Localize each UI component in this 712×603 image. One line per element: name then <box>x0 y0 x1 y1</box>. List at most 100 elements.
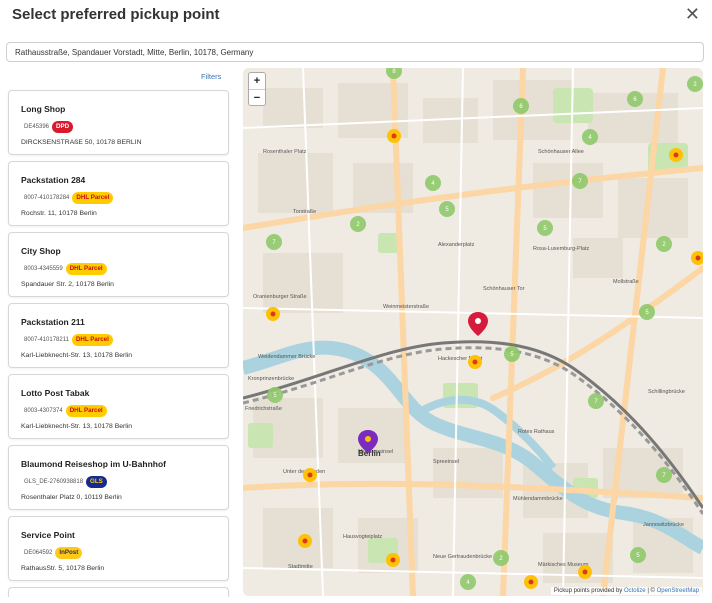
cluster-marker[interactable]: 2 <box>687 76 703 92</box>
pickup-point-name: Packstation 284 <box>21 175 86 185</box>
pickup-point-meta: 8003-4345559 DHL Parcel <box>24 263 107 275</box>
dialog-header: Select preferred pickup point ✕ <box>0 0 712 30</box>
pickup-point-code: 8007-410178211 <box>24 337 69 343</box>
pickup-point-code: DE064592 <box>24 550 53 556</box>
pickup-point-meta: DE064592 InPost <box>24 547 83 559</box>
cluster-marker[interactable]: 5 <box>639 304 655 320</box>
dialog-title: Select preferred pickup point <box>12 6 220 23</box>
pickup-marker[interactable] <box>524 575 538 589</box>
cluster-marker[interactable]: 7 <box>572 173 588 189</box>
pickup-point-card[interactable]: Blaumond Reiseshop im U-Bahnhof GLS_DE-2… <box>8 445 229 510</box>
pickup-point-name: City Shop <box>21 246 61 256</box>
pickup-point-address: Spandauer Str. 2, 10178 Berlin <box>21 281 114 288</box>
pickup-point-meta: GLS_DE-2760938818 GLS <box>24 476 107 488</box>
carrier-badge: DHL Parcel <box>72 192 114 204</box>
pickup-point-code: 8003-4307374 <box>24 408 63 414</box>
pickup-point-meta: 8007-410178211 DHL Parcel <box>24 334 113 346</box>
pickup-point-list[interactable]: Long Shop DE45396 DPD DIRCKSENSTRAßE 50,… <box>6 87 232 597</box>
pickup-marker[interactable] <box>303 468 317 482</box>
map-label: Mühlendammbrücke <box>513 496 563 502</box>
cluster-marker[interactable]: 6 <box>627 91 643 107</box>
map-label: Schönhauser Tor <box>483 286 525 292</box>
carrier-badge: DHL Parcel <box>65 263 107 275</box>
cluster-marker[interactable]: 5 <box>537 220 553 236</box>
pickup-point-name: Service Point <box>21 530 75 540</box>
cluster-marker[interactable]: 4 <box>425 175 441 191</box>
pickup-marker[interactable] <box>669 148 683 162</box>
map-label: Rosa-Luxemburg-Platz <box>533 246 589 252</box>
map-label: Hausvogteiplatz <box>343 534 382 540</box>
octolize-link[interactable]: Octolize <box>624 588 646 594</box>
pickup-point-address: Rochstr. 11, 10178 Berlin <box>21 210 97 217</box>
map-label: Stadtmitte <box>288 564 313 570</box>
map-label: Oranienburger Straße <box>253 294 307 300</box>
cluster-marker[interactable]: 5 <box>439 201 455 217</box>
pickup-point-card[interactable]: Service Point DE064592 InPost RathausStr… <box>8 516 229 581</box>
address-search-input[interactable] <box>6 42 704 62</box>
cluster-marker[interactable]: 5 <box>267 387 283 403</box>
pickup-point-code: GLS_DE-2760938818 <box>24 479 84 485</box>
pickup-marker[interactable] <box>468 355 482 369</box>
pickup-point-name: Lotto Post Tabak <box>21 388 90 398</box>
pickup-marker[interactable] <box>266 307 280 321</box>
pickup-marker[interactable] <box>578 565 592 579</box>
cluster-marker[interactable]: 7 <box>588 393 604 409</box>
map-label: Schönhauser Allee <box>538 149 584 155</box>
map-label: Alexanderplatz <box>438 242 475 248</box>
cluster-marker[interactable]: 5 <box>504 346 520 362</box>
cluster-marker[interactable]: 2 <box>656 236 672 252</box>
pickup-point-name: Long Shop <box>21 104 66 114</box>
map-label: Rotes Rathaus <box>518 429 555 435</box>
pickup-point-card[interactable]: Packstation 284 8007-410178284 DHL Parce… <box>8 161 229 226</box>
pickup-point-card[interactable] <box>8 587 229 597</box>
cluster-marker[interactable]: 4 <box>582 129 598 145</box>
pickup-marker[interactable] <box>387 129 401 143</box>
carrier-badge: DHL Parcel <box>65 405 107 417</box>
pickup-point-meta: 8003-4307374 DHL Parcel <box>24 405 107 417</box>
pickup-point-address: Rosenthaler Platz 0, 10119 Berlin <box>21 494 122 501</box>
cluster-marker[interactable]: 7 <box>266 234 282 250</box>
cluster-marker[interactable]: 2 <box>350 216 366 232</box>
filters-link[interactable]: Filters <box>201 72 221 81</box>
pickup-point-card[interactable]: City Shop 8003-4345559 DHL Parcel Spanda… <box>8 232 229 297</box>
zoom-in-button[interactable]: + <box>249 73 265 89</box>
pickup-point-address: Karl-Liebknecht-Str. 13, 10178 Berlin <box>21 423 133 430</box>
pickup-point-name: Packstation 211 <box>21 317 85 327</box>
map-label: Rosenthaler Platz <box>263 149 307 155</box>
map-label: Schillingbrücke <box>648 389 685 395</box>
map-label: Kronprinzenbrücke <box>248 376 294 382</box>
pickup-marker[interactable] <box>386 553 400 567</box>
pickup-point-card[interactable]: Packstation 211 8007-410178211 DHL Parce… <box>8 303 229 368</box>
attribution-text: Pickup points provided by <box>553 588 623 594</box>
map-label: Weidendammer Brücke <box>258 354 315 360</box>
cluster-marker[interactable]: 7 <box>656 467 672 483</box>
map-canvas[interactable]: Alexanderplatz Rosa-Luxemburg-Platz Schö… <box>243 68 703 596</box>
zoom-control: + − <box>248 72 266 106</box>
pickup-marker[interactable] <box>298 534 312 548</box>
carrier-badge: GLS <box>86 476 107 488</box>
pickup-point-code: DE45396 <box>24 124 50 130</box>
cluster-marker[interactable]: 4 <box>460 574 476 590</box>
pickup-point-card[interactable]: Long Shop DE45396 DPD DIRCKSENSTRAßE 50,… <box>8 90 229 155</box>
map-label: Neue Gertraudenbrücke <box>433 554 492 560</box>
close-icon[interactable]: ✕ <box>685 4 700 24</box>
pickup-point-code: 8003-4345559 <box>24 266 63 272</box>
pickup-point-name: Blaumond Reiseshop im U-Bahnhof <box>21 459 166 469</box>
cluster-marker[interactable]: 5 <box>630 547 646 563</box>
zoom-out-button[interactable]: − <box>249 89 265 105</box>
map-attribution: Pickup points provided by Octolize | © O… <box>550 587 702 595</box>
attribution-separator: | © <box>647 588 655 594</box>
openstreetmap-link[interactable]: OpenStreetMap <box>657 588 699 594</box>
carrier-badge: DPD <box>52 121 74 133</box>
pickup-point-address: DIRCKSENSTRAßE 50, 10178 BERLIN <box>21 139 142 146</box>
pickup-point-code: 8007-410178284 <box>24 195 70 201</box>
map-label: Mollstraße <box>613 279 639 285</box>
pickup-point-card[interactable]: Lotto Post Tabak 8003-4307374 DHL Parcel… <box>8 374 229 439</box>
cluster-marker[interactable]: 6 <box>513 98 529 114</box>
cluster-marker[interactable]: 2 <box>493 550 509 566</box>
pickup-point-address: Karl-Liebknecht-Str. 13, 10178 Berlin <box>21 352 133 359</box>
pickup-point-meta: 8007-410178284 DHL Parcel <box>24 192 114 204</box>
map[interactable]: Alexanderplatz Rosa-Luxemburg-Platz Schö… <box>243 68 703 596</box>
map-label: Spreeinsel <box>433 459 459 465</box>
map-label: Weinmeisterstraße <box>383 304 429 310</box>
